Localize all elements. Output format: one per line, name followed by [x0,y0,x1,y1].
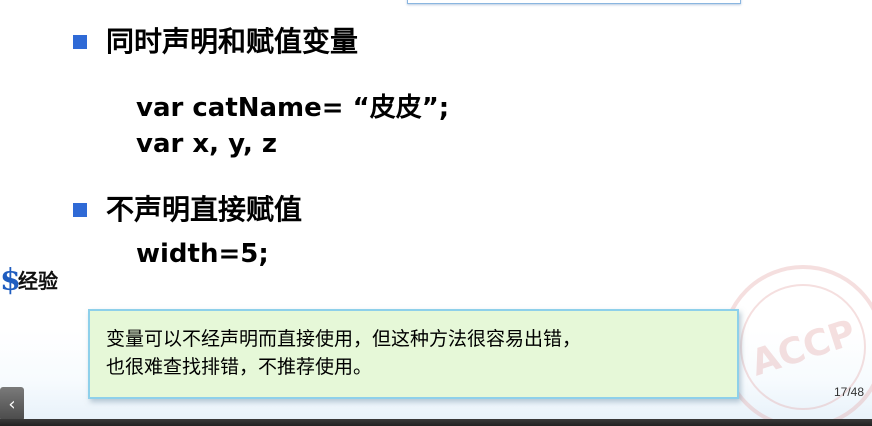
note-callout: 变量可以不经声明而直接使用，但这种方法很容易出错， 也很难查找排错，不推荐使用。 [88,309,739,399]
previous-slide-button[interactable]: ‹ [0,387,24,421]
chevron-left-icon: ‹ [8,393,16,415]
page-number: 17/48 [833,385,864,399]
note-line-1: 变量可以不经声明而直接使用，但这种方法很容易出错， [106,328,582,350]
watermark-text: ACCP [746,312,861,384]
code-line-width: width=5; [136,239,269,269]
slide: 同时声明和赋值变量 var catName= “皮皮”; var x, y, z… [0,0,872,426]
bullet-square-icon [73,35,87,49]
dollar-icon: $ [0,263,21,298]
bullet-heading: 不声明直接赋值 [106,193,303,226]
bullet-heading: 同时声明和赋值变量 [106,25,359,58]
code-line-catname: var catName= “皮皮”; [136,93,450,123]
code-line-xyz: var x, y, z [136,129,278,159]
bullet-square-icon [73,203,87,217]
note-line-2: 也很难查找排错，不推荐使用。 [106,356,373,378]
bullet-declare-and-assign: 同时声明和赋值变量 [73,28,358,56]
accp-watermark-logo: ACCP [721,265,872,426]
bottom-toolbar [0,419,872,426]
experience-label: $ 经验 [0,266,58,296]
experience-label-text: 经验 [18,269,58,293]
bullet-assign-without-declare: 不声明直接赋值 [73,196,302,224]
top-frame-edge [407,0,741,4]
